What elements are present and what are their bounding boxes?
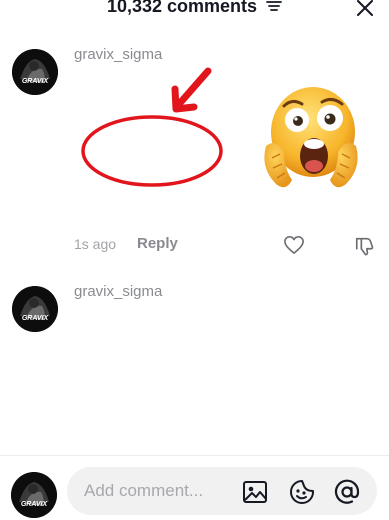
avatar[interactable]: GRAVIX	[11, 472, 57, 518]
image-icon[interactable]	[242, 479, 268, 505]
avatar-label: GRAVIX	[22, 78, 50, 85]
avatar[interactable]: GRAVIX	[12, 49, 58, 95]
shocked-emoji-icon	[264, 87, 358, 188]
comment-composer: GRAVIX Add comment...	[0, 455, 389, 520]
avatar-label: GRAVIX	[21, 501, 49, 508]
comment-item: GRAVIX gravix_sigma	[0, 0, 389, 270]
emoji-icon[interactable]	[289, 479, 315, 505]
mention-icon[interactable]	[334, 479, 360, 505]
comment-username[interactable]: gravix_sigma	[74, 283, 162, 300]
avatar-label: GRAVIX	[22, 315, 50, 322]
comment-input-placeholder: Add comment...	[84, 481, 204, 500]
comment-item: GRAVIX gravix_sigma	[0, 270, 389, 370]
reply-button[interactable]: Reply	[137, 235, 178, 252]
comment-username[interactable]: gravix_sigma	[74, 46, 162, 63]
red-arrow-annotation	[171, 67, 212, 113]
comment-input[interactable]: Add comment...	[67, 467, 377, 515]
heart-icon[interactable]	[283, 235, 305, 255]
comment-timestamp: 1s ago	[74, 236, 117, 252]
avatar[interactable]: GRAVIX	[12, 286, 58, 332]
red-ellipse-annotation	[81, 115, 223, 187]
dislike-icon[interactable]	[354, 235, 376, 257]
